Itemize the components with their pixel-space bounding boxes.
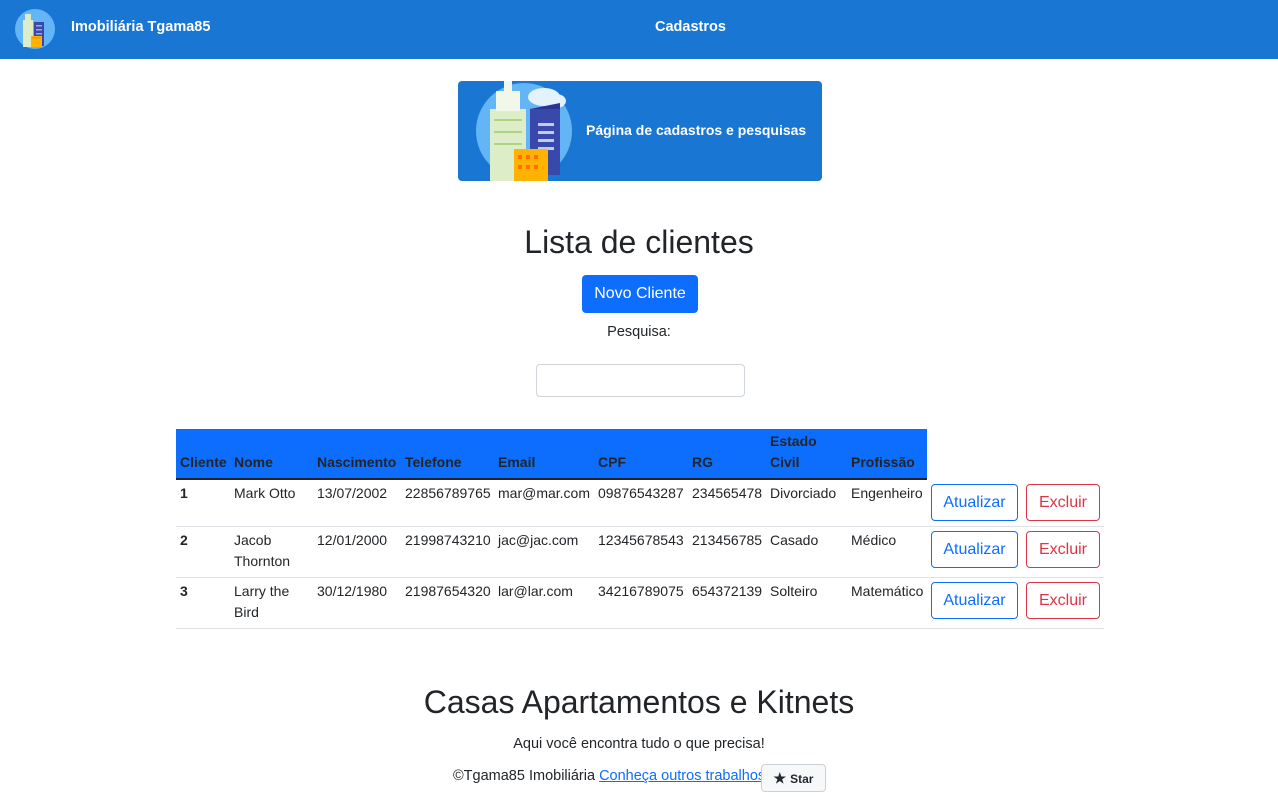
cell-email: mar@mar.com — [498, 485, 590, 501]
banner-text: Página de cadastros e pesquisas — [586, 122, 807, 138]
cell-telefone: 21987654320 — [405, 583, 491, 599]
header-rg: RG — [692, 454, 713, 470]
cell-nome-line2: Thornton — [234, 553, 291, 569]
table-row: 2 Jacob Thornton 12/01/2000 21998743210 … — [176, 527, 1104, 578]
cell-nome-line1: Jacob — [234, 532, 272, 548]
hero-banner: Página de cadastros e pesquisas — [458, 81, 822, 181]
navbar: Imobiliária Tgama85 Cadastros — [0, 0, 1278, 59]
update-button[interactable]: Atualizar — [931, 484, 1018, 521]
other-works-link[interactable]: Conheça outros trabalhos. — [599, 768, 769, 784]
cell-estado-civil: Divorciado — [770, 485, 837, 501]
page-title: Lista de clientes — [524, 224, 754, 260]
header-nome: Nome — [234, 454, 273, 470]
nav-link-cadastros[interactable]: Cadastros — [655, 19, 726, 35]
header-email: Email — [498, 454, 536, 470]
star-label: Star — [790, 771, 814, 786]
cell-id: 1 — [180, 485, 188, 501]
header-telefone: Telefone — [405, 454, 462, 470]
cell-estado-civil: Solteiro — [770, 583, 818, 599]
table-header: Cliente Nome Nascimento Telefone Email C… — [176, 429, 927, 480]
cell-estado-civil: Casado — [770, 532, 819, 548]
cell-nascimento: 12/01/2000 — [317, 532, 388, 548]
delete-button[interactable]: Excluir — [1026, 582, 1100, 619]
city-logo-icon[interactable] — [14, 8, 56, 50]
cell-cpf: 34216789075 — [598, 583, 684, 599]
header-nascimento: Nascimento — [317, 454, 397, 470]
header-profissao: Profissão — [851, 454, 915, 470]
header-estado-civil-line2: Civil — [770, 454, 800, 470]
cell-rg: 213456785 — [692, 532, 763, 548]
cell-telefone: 21998743210 — [405, 532, 491, 548]
cell-telefone: 22856789765 — [405, 485, 491, 501]
table-row: 1 Mark Otto 13/07/2002 22856789765 mar@m… — [176, 480, 1104, 527]
city-buildings-icon — [476, 81, 572, 181]
cell-profissao: Médico — [851, 532, 897, 548]
header-cpf: CPF — [598, 454, 626, 470]
header-estado-civil-line1: Estado — [770, 433, 817, 449]
delete-button[interactable]: Excluir — [1026, 484, 1100, 521]
search-input[interactable] — [536, 364, 745, 397]
brand-name[interactable]: Imobiliária Tgama85 — [71, 19, 210, 35]
cell-cpf: 12345678543 — [598, 532, 684, 548]
cell-nascimento: 13/07/2002 — [317, 485, 388, 501]
update-button[interactable]: Atualizar — [931, 531, 1018, 568]
cell-profissao: Matemático — [851, 583, 924, 599]
table-row: 3 Larry the Bird 30/12/1980 21987654320 … — [176, 578, 1104, 629]
search-label: Pesquisa: — [607, 324, 671, 340]
cell-id: 3 — [180, 583, 188, 599]
footer-credits: ©Tgama85 Imobiliária Conheça outros trab… — [453, 768, 769, 784]
new-client-button[interactable]: Novo Cliente — [582, 275, 698, 313]
cell-email: lar@lar.com — [498, 583, 573, 599]
cell-email: jac@jac.com — [498, 532, 579, 548]
update-button[interactable]: Atualizar — [931, 582, 1018, 619]
cell-profissao: Engenheiro — [851, 485, 923, 501]
copyright-text: ©Tgama85 Imobiliária — [453, 768, 600, 784]
star-icon: ★ — [773, 769, 787, 786]
cell-rg: 654372139 — [692, 583, 763, 599]
cell-rg: 234565478 — [692, 485, 763, 501]
cell-nome-line1: Larry the — [234, 583, 290, 599]
cell-nome-line2: Bird — [234, 604, 259, 620]
star-button[interactable]: ★ Star — [761, 764, 826, 792]
cell-cpf: 09876543287 — [598, 485, 684, 501]
cell-nascimento: 30/12/1980 — [317, 583, 388, 599]
footer-subtitle: Aqui você encontra tudo o que precisa! — [513, 736, 765, 752]
header-cliente: Cliente — [180, 454, 227, 470]
cell-nome: Mark Otto — [234, 485, 296, 501]
delete-button[interactable]: Excluir — [1026, 531, 1100, 568]
footer-title: Casas Apartamentos e Kitnets — [423, 684, 855, 720]
cell-id: 2 — [180, 532, 188, 548]
